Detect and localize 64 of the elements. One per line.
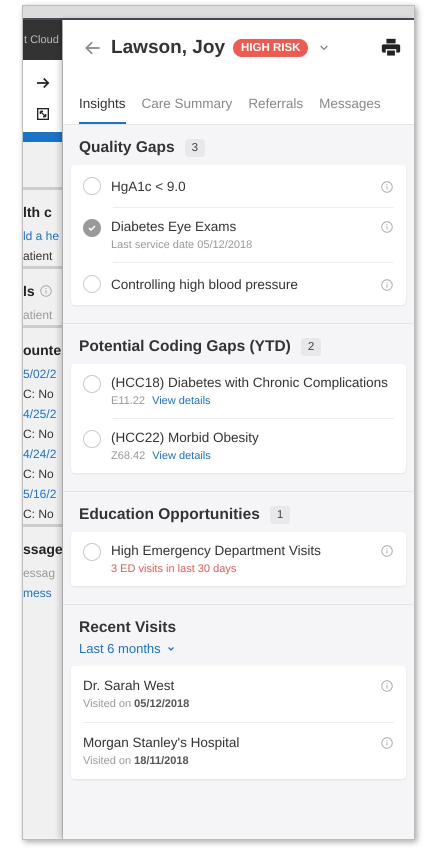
link[interactable]: mess xyxy=(23,583,62,603)
status-checkbox[interactable] xyxy=(83,177,101,195)
hint-text: atient xyxy=(23,307,54,324)
item-title: (HCC22) Morbid Obesity xyxy=(111,430,260,445)
status-checkbox[interactable] xyxy=(83,219,101,237)
header-bar xyxy=(23,132,62,142)
visit-name: Morgan Stanley's Hospital xyxy=(83,735,240,750)
item-title: Diabetes Eye Exams xyxy=(111,219,238,234)
section-title: Quality Gaps xyxy=(79,139,175,157)
item-title: HgA1c < 9.0 xyxy=(111,178,187,194)
status-checkbox[interactable] xyxy=(83,375,101,393)
section-heading: ls xyxy=(23,283,35,299)
visit-date: Visited on 18/11/2018 xyxy=(83,755,190,767)
view-details-link[interactable]: View details xyxy=(152,450,211,462)
item-title: High Emergency Department Visits xyxy=(111,543,322,558)
item-title: Controlling high blood pressure xyxy=(111,276,299,292)
hint-text: essag xyxy=(23,565,56,582)
link[interactable]: ld a he xyxy=(23,226,62,246)
patient-name: Lawson, Joy xyxy=(111,36,226,58)
filter-dropdown[interactable]: Last 6 months xyxy=(63,641,193,656)
count-badge: 1 xyxy=(270,506,290,524)
tab[interactable]: Referrals xyxy=(248,90,304,124)
info-icon[interactable] xyxy=(380,736,394,750)
status-checkbox[interactable] xyxy=(83,275,101,293)
text: atient xyxy=(23,248,54,265)
link[interactable]: 4/25/2 xyxy=(23,404,62,424)
check-icon xyxy=(87,223,97,233)
section-heading: ssage xyxy=(23,541,62,557)
tab[interactable]: Care Summary xyxy=(142,90,232,124)
status-checkbox[interactable] xyxy=(83,430,101,448)
count-badge: 2 xyxy=(300,338,322,356)
info-icon[interactable] xyxy=(380,278,394,292)
app-title: t Cloud xyxy=(23,20,62,60)
visit-date: Visited on 05/12/2018 xyxy=(83,698,190,710)
item-detail: Z68.42 xyxy=(111,450,146,462)
link[interactable]: 5/02/2 xyxy=(23,364,62,384)
text: C: No xyxy=(23,506,55,523)
section-title: Recent Visits xyxy=(79,619,176,637)
section-title: Education Opportunities xyxy=(79,506,260,524)
section-title: Potential Coding Gaps (YTD) xyxy=(79,338,291,356)
item-title: (HCC18) Diabetes with Chronic Complications xyxy=(111,375,389,390)
text: C: No xyxy=(23,426,55,443)
info-icon[interactable] xyxy=(380,544,394,558)
info-icon[interactable] xyxy=(38,284,53,298)
view-details-link[interactable]: View details xyxy=(152,395,211,407)
text: C: No xyxy=(23,386,55,403)
info-icon[interactable] xyxy=(380,220,394,234)
status-checkbox[interactable] xyxy=(83,543,101,561)
print-icon[interactable] xyxy=(380,36,402,58)
info-icon[interactable] xyxy=(380,180,394,194)
count-badge: 3 xyxy=(184,139,206,157)
item-detail: 3 ED visits in last 30 days xyxy=(111,563,236,575)
link[interactable]: 5/16/2 xyxy=(23,484,62,504)
expand-icon[interactable] xyxy=(34,106,50,122)
link[interactable]: 4/24/2 xyxy=(23,444,62,464)
tab[interactable]: Messages xyxy=(319,90,381,124)
section-heading: lth c xyxy=(23,204,52,220)
info-icon[interactable] xyxy=(380,679,394,693)
item-detail: E11.22 xyxy=(111,395,146,407)
item-detail: Last service date 05/12/2018 xyxy=(111,239,252,251)
text: C: No xyxy=(23,466,55,483)
visit-name: Dr. Sarah West xyxy=(83,678,176,693)
section-heading: ounte xyxy=(23,342,62,358)
risk-badge: HIGH RISK xyxy=(233,38,308,56)
